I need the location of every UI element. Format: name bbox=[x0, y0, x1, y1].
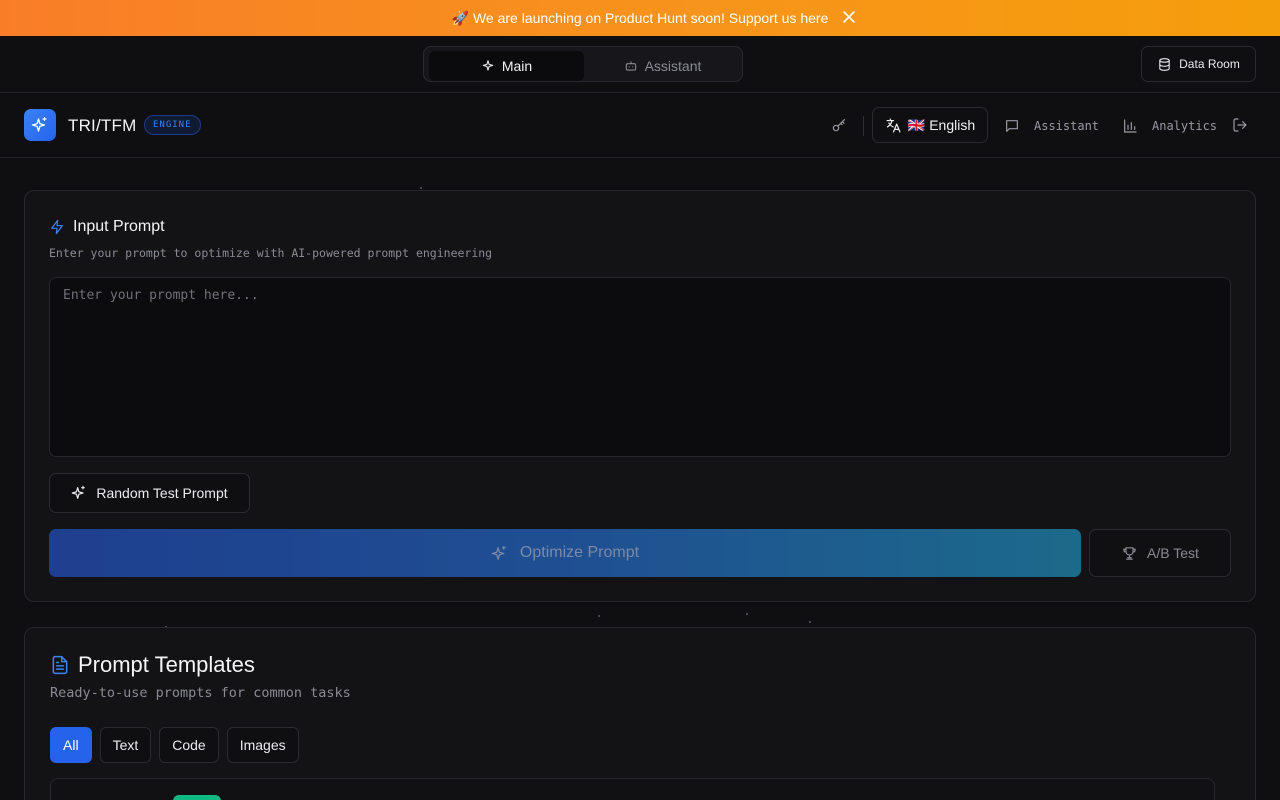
data-room-label: Data Room bbox=[1179, 57, 1240, 71]
app-header: TRI/TFM ENGINE 🇬🇧 English Assistant Anal… bbox=[0, 93, 1280, 158]
language-selector[interactable]: 🇬🇧 English bbox=[872, 107, 988, 143]
key-icon bbox=[832, 119, 845, 132]
nav-analytics[interactable]: Analytics bbox=[1122, 116, 1217, 136]
launch-banner[interactable]: 🚀 We are launching on Product Hunt soon!… bbox=[0, 0, 1280, 36]
file-text-icon bbox=[52, 655, 68, 675]
nav-assistant-label: Assistant bbox=[1034, 119, 1100, 133]
prompt-templates-heading: Prompt Templates bbox=[78, 652, 255, 677]
logout-button[interactable] bbox=[1230, 115, 1250, 135]
language-label: 🇬🇧 English bbox=[907, 116, 976, 133]
engine-badge: ENGINE bbox=[144, 115, 201, 135]
sparkles-icon bbox=[72, 485, 86, 499]
translate-icon bbox=[886, 118, 901, 132]
prompt-templates-title: Prompt Templates bbox=[50, 652, 255, 678]
prompt-templates-subtitle: Ready-to-use prompts for common tasks bbox=[50, 685, 351, 701]
tab-main-label: Main bbox=[501, 58, 533, 74]
database-icon bbox=[1159, 57, 1170, 71]
ab-test-label: A/B Test bbox=[1147, 545, 1199, 561]
prompt-input[interactable] bbox=[49, 277, 1231, 457]
tab-main[interactable]: Main bbox=[429, 51, 584, 81]
tab-assistant[interactable]: Assistant bbox=[585, 51, 740, 81]
optimize-prompt-button[interactable]: Optimize Prompt bbox=[49, 529, 1081, 577]
api-key-button[interactable] bbox=[829, 115, 849, 135]
logout-icon bbox=[1233, 118, 1247, 132]
filter-code[interactable]: Code bbox=[159, 727, 219, 763]
nav-assistant[interactable]: Assistant bbox=[1004, 116, 1099, 136]
bot-icon bbox=[625, 61, 636, 71]
input-prompt-card: Input Prompt Enter your prompt to optimi… bbox=[24, 190, 1256, 602]
header-divider bbox=[863, 116, 864, 136]
brand-name: TRI/TFM bbox=[68, 116, 137, 135]
input-prompt-heading: Input Prompt bbox=[73, 218, 165, 235]
input-prompt-subtitle: Enter your prompt to optimize with AI-po… bbox=[49, 246, 493, 260]
banner-text[interactable]: 🚀 We are launching on Product Hunt soon!… bbox=[452, 10, 829, 27]
sparkles-icon bbox=[482, 60, 494, 71]
sparkles-icon bbox=[491, 545, 506, 560]
logo[interactable] bbox=[24, 109, 56, 141]
filter-all[interactable]: All bbox=[50, 727, 92, 763]
sparkles-logo-icon bbox=[31, 116, 47, 132]
data-room-button[interactable]: Data Room bbox=[1141, 46, 1256, 82]
template-card[interactable] bbox=[50, 778, 1215, 800]
prompt-templates-card: Prompt Templates Ready-to-use prompts fo… bbox=[24, 627, 1256, 800]
tab-assistant-label: Assistant bbox=[644, 58, 702, 74]
filter-images[interactable]: Images bbox=[226, 727, 299, 763]
message-square-icon bbox=[1006, 120, 1018, 132]
trophy-icon bbox=[1123, 546, 1136, 560]
ab-test-button[interactable]: A/B Test bbox=[1089, 529, 1231, 577]
zap-icon bbox=[51, 219, 63, 235]
optimize-prompt-label: Optimize Prompt bbox=[519, 544, 640, 561]
random-test-prompt-button[interactable]: Random Test Prompt bbox=[49, 473, 250, 513]
mode-bar: Main Assistant Data Room bbox=[0, 36, 1280, 93]
close-icon[interactable] bbox=[842, 10, 856, 24]
mode-switcher: Main Assistant bbox=[423, 46, 743, 82]
template-category-badge bbox=[173, 795, 221, 800]
filter-text[interactable]: Text bbox=[99, 727, 152, 763]
random-test-prompt-label: Random Test Prompt bbox=[96, 485, 228, 501]
bar-chart-icon bbox=[1124, 119, 1137, 133]
nav-analytics-label: Analytics bbox=[1152, 119, 1218, 133]
input-prompt-title: Input Prompt bbox=[49, 218, 165, 236]
template-filters: All Text Code Images bbox=[50, 727, 299, 763]
